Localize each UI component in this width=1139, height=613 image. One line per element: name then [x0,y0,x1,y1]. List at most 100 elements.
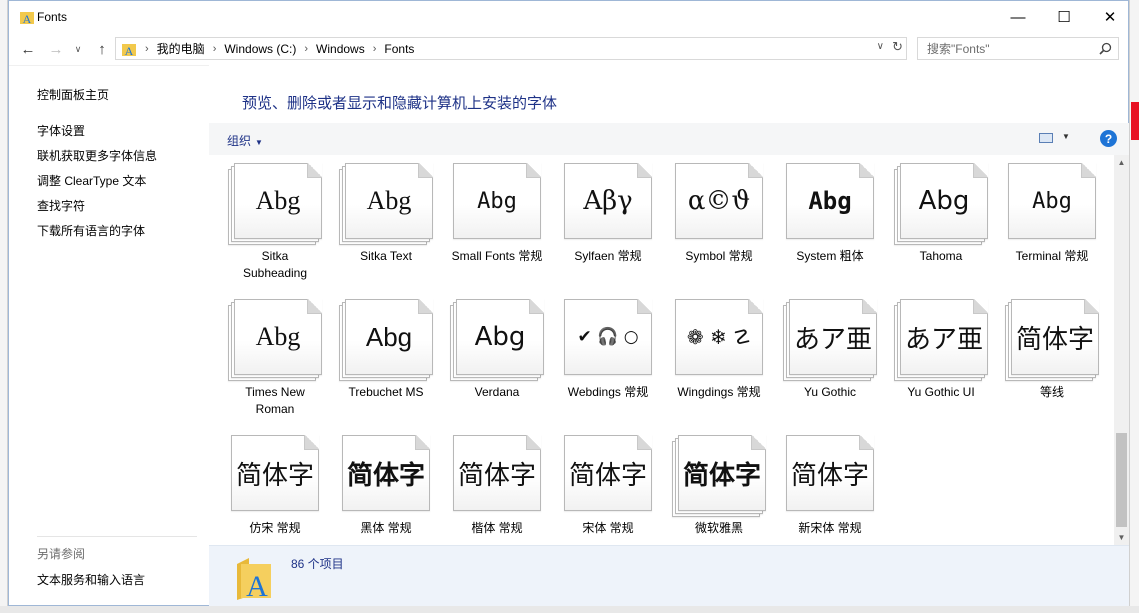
font-sample-preview: あア亜 [793,324,872,355]
breadcrumb-item-fonts[interactable]: Fonts [384,42,414,56]
title-bar[interactable]: A Fonts — ☐ ✕ [9,1,1128,33]
link-find-character[interactable]: 查找字符 [37,197,85,214]
font-tile[interactable]: あア亜 Yu Gothic UI [877,293,988,423]
fonts-folder-icon: A [122,43,136,57]
minimize-button[interactable]: — [995,1,1041,33]
font-name-label: Wingdings 常规 [677,385,761,399]
help-icon[interactable]: ? [1100,130,1117,147]
font-file-icon: Abg [339,163,433,245]
font-tile[interactable]: α©ϑ Symbol 常规 [655,157,766,287]
font-tile[interactable]: Αβγ Sylfaen 常规 [544,157,655,287]
scroll-up-arrow-icon[interactable]: ▲ [1114,155,1129,170]
font-file-icon: Abg [339,299,433,381]
link-download-all-language-fonts[interactable]: 下载所有语言的字体 [37,222,145,239]
link-control-panel-home[interactable]: 控制面板主页 [37,86,109,103]
svg-text:A: A [23,12,32,25]
font-tile[interactable]: Abg Trebuchet MS [322,293,433,423]
breadcrumb-item-windows[interactable]: Windows [316,42,365,56]
link-get-more-fonts-online[interactable]: 联机获取更多字体信息 [37,147,157,164]
font-name-label: Sitka Subheading [242,249,308,280]
breadcrumb-separator-icon[interactable]: › [304,43,308,55]
font-sample-preview: α©ϑ [687,186,751,216]
content-pane: 预览、删除或者显示和隐藏计算机上安装的字体 组织 ▼ ▼ ? Abg Sitka S… [209,65,1129,545]
search-icon[interactable] [1099,42,1112,55]
font-tile[interactable]: 简体字 仿宋 常规 [211,429,322,545]
window-title: Fonts [37,10,68,24]
font-name-label: Trebuchet MS [348,385,424,399]
close-button[interactable]: ✕ [1087,1,1133,33]
font-tile[interactable]: あア亜 Yu Gothic [766,293,877,423]
font-file-icon: Abg [1005,163,1099,243]
search-placeholder: 搜索"Fonts" [927,42,990,56]
font-file-icon: Abg [450,163,544,243]
address-history-chevron-icon[interactable]: ∨ [877,41,884,52]
font-name-label: Tahoma [919,249,963,263]
scroll-down-arrow-icon[interactable]: ▼ [1114,530,1129,545]
font-sample-preview: 简体字 [568,460,647,491]
font-tile[interactable]: 简体字 宋体 常规 [544,429,655,545]
vertical-scrollbar[interactable]: ▲ ▼ [1114,155,1129,545]
background-window-right [1129,0,1139,613]
font-name-label: Sitka Text [360,249,412,263]
scrollbar-thumb[interactable] [1116,433,1127,527]
font-tile[interactable]: Abg Tahoma [877,157,988,287]
font-name-label: Webdings 常规 [567,385,649,399]
font-file-icon: 简体字 [450,435,544,515]
font-file-icon: 简体字 [672,435,766,517]
font-name-label: 仿宋 常规 [249,521,301,535]
back-button[interactable]: ← [17,38,39,60]
font-name-label: Terminal 常规 [1015,249,1089,263]
font-file-icon: Αβγ [561,163,655,243]
font-file-icon: Abg [783,163,877,243]
background-window-accent [1131,102,1139,140]
font-tile[interactable]: Abg Verdana [433,293,544,423]
maximize-button[interactable]: ☐ [1041,1,1087,33]
font-name-label: Symbol 常规 [685,249,753,263]
font-name-label: 等线 [1039,385,1064,399]
font-sample-preview: Abg [366,186,412,215]
see-also-divider [37,536,197,537]
font-tile[interactable]: Abg Terminal 常规 [988,157,1099,287]
font-tile[interactable]: 简体字 新宋体 常规 [766,429,877,545]
organize-label: 组织 [227,134,252,148]
font-tile[interactable]: Abg Sitka Text [322,157,433,287]
link-text-services-input-languages[interactable]: 文本服务和输入语言 [37,571,145,588]
link-adjust-cleartype[interactable]: 调整 ClearType 文本 [37,172,146,189]
font-tile[interactable]: Abg System 粗体 [766,157,877,287]
font-tile[interactable]: Abg Sitka Subheading [211,157,322,287]
breadcrumb-separator-icon[interactable]: › [213,43,217,55]
font-tile[interactable]: 简体字 微软雅黑 [655,429,766,545]
font-sample-preview: ✔ 🎧 ○ [577,327,639,347]
font-tile[interactable]: Abg Small Fonts 常规 [433,157,544,287]
link-font-settings[interactable]: 字体设置 [37,122,85,139]
font-sample-preview: あア亜 [904,324,983,355]
font-tile[interactable]: 简体字 等线 [988,293,1099,423]
font-tile[interactable]: ❁ ❄ ☡ Wingdings 常规 [655,293,766,423]
font-sample-preview: Abg [255,186,301,215]
up-button[interactable]: ↑ [91,38,113,60]
refresh-icon[interactable]: ↻ [892,39,903,55]
font-file-icon: Abg [450,299,544,381]
font-tile[interactable]: 简体字 楷体 常规 [433,429,544,545]
breadcrumb-item-my-computer[interactable]: 我的电脑 [157,40,205,57]
font-file-icon: ✔ 🎧 ○ [561,299,655,379]
font-name-label: System 粗体 [796,249,864,263]
change-view-icon[interactable] [1039,133,1053,143]
breadcrumb-item-drive-c[interactable]: Windows (C:) [224,42,296,56]
chevron-down-icon[interactable]: ▼ [1062,132,1070,141]
breadcrumb-separator-icon[interactable]: › [373,43,377,55]
font-name-label: 黑体 常规 [360,521,412,535]
font-file-icon: 简体字 [783,435,877,515]
search-input[interactable]: 搜索"Fonts" [917,37,1119,60]
recent-locations-button[interactable]: ∨ [71,38,85,60]
forward-button[interactable]: → [45,38,67,60]
font-tile[interactable]: Abg Times New Roman [211,293,322,423]
fonts-explorer-window: A Fonts — ☐ ✕ ← → ∨ ↑ A › 我的电脑 › Windows… [8,0,1129,606]
font-tile[interactable]: ✔ 🎧 ○ Webdings 常规 [544,293,655,423]
font-file-icon: ❁ ❄ ☡ [672,299,766,379]
organize-menu-button[interactable]: 组织 ▼ [227,132,263,149]
font-name-label: Times New Roman [245,385,305,416]
address-bar[interactable]: A › 我的电脑 › Windows (C:) › Windows › Font… [115,37,907,60]
breadcrumb-separator-icon: › [145,42,149,55]
font-tile[interactable]: 简体字 黑体 常规 [322,429,433,545]
